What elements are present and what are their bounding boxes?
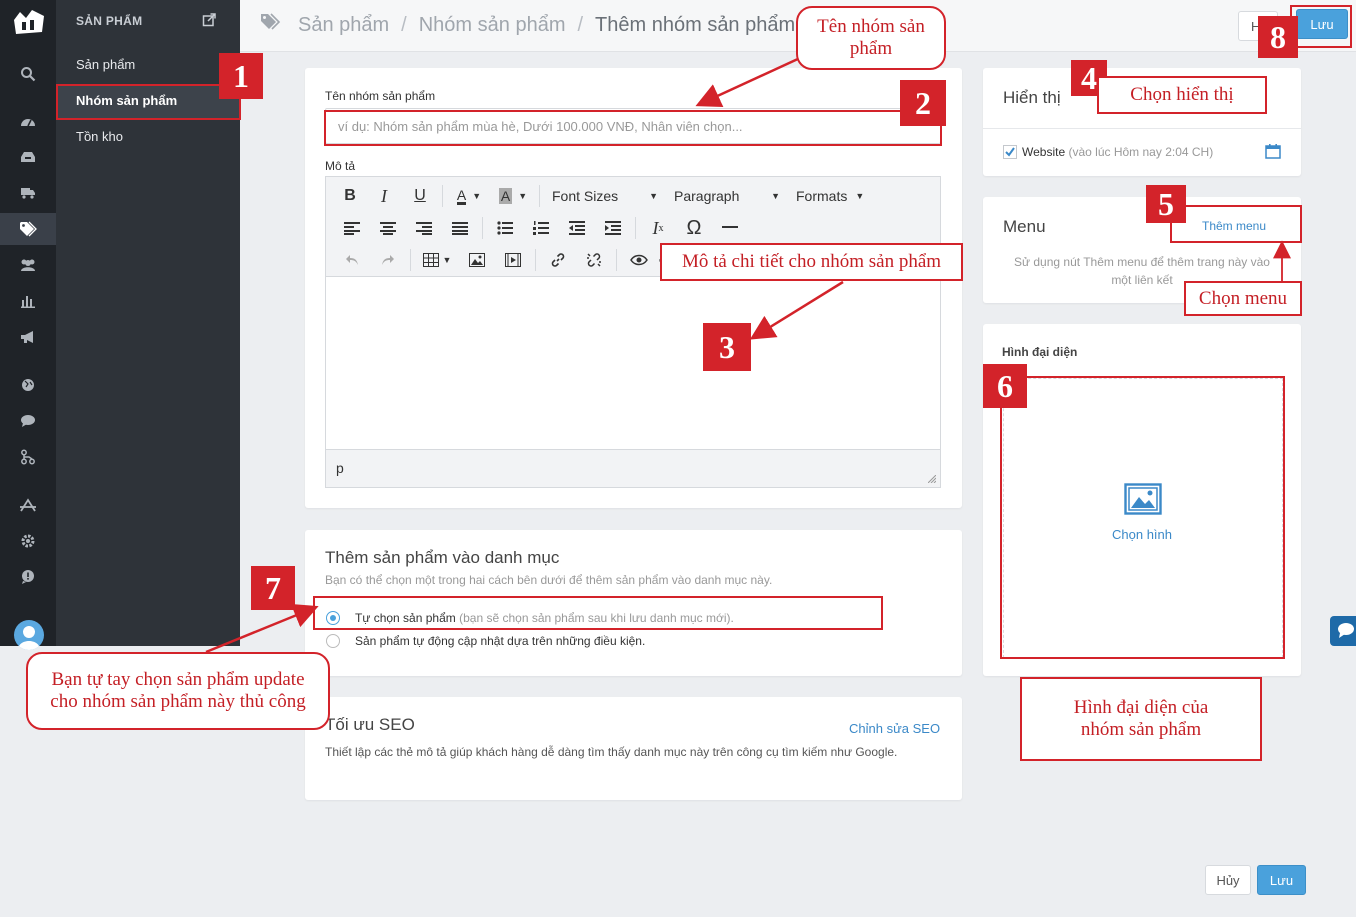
annotation-number-3: 3 <box>703 323 751 371</box>
note-featured-image: Hình đại diện của nhóm sản phẩm <box>1020 677 1262 761</box>
note-manual-select: Bạn tự tay chọn sản phẩm update cho nhóm… <box>26 652 330 730</box>
highlight-name-input <box>324 110 942 146</box>
highlight-product-groups <box>56 84 241 120</box>
note-group-name: Tên nhóm sản phẩm <box>796 6 946 70</box>
annotation-number-8: 8 <box>1258 16 1298 58</box>
annotation-number-5: 5 <box>1146 185 1186 223</box>
annotation-number-1: 1 <box>219 53 263 99</box>
note-visibility: Chọn hiển thị <box>1097 76 1267 114</box>
annotation-number-7: 7 <box>251 566 295 610</box>
highlight-manual-option <box>313 596 883 630</box>
highlight-save <box>1290 5 1352 48</box>
note-description: Mô tả chi tiết cho nhóm sản phẩm <box>660 243 963 281</box>
highlight-image-dropzone <box>1000 376 1285 659</box>
highlight-add-menu <box>1170 205 1302 243</box>
annotation-number-2: 2 <box>900 80 946 126</box>
note-menu: Chọn menu <box>1184 281 1302 316</box>
annotation-number-6: 6 <box>983 364 1027 408</box>
